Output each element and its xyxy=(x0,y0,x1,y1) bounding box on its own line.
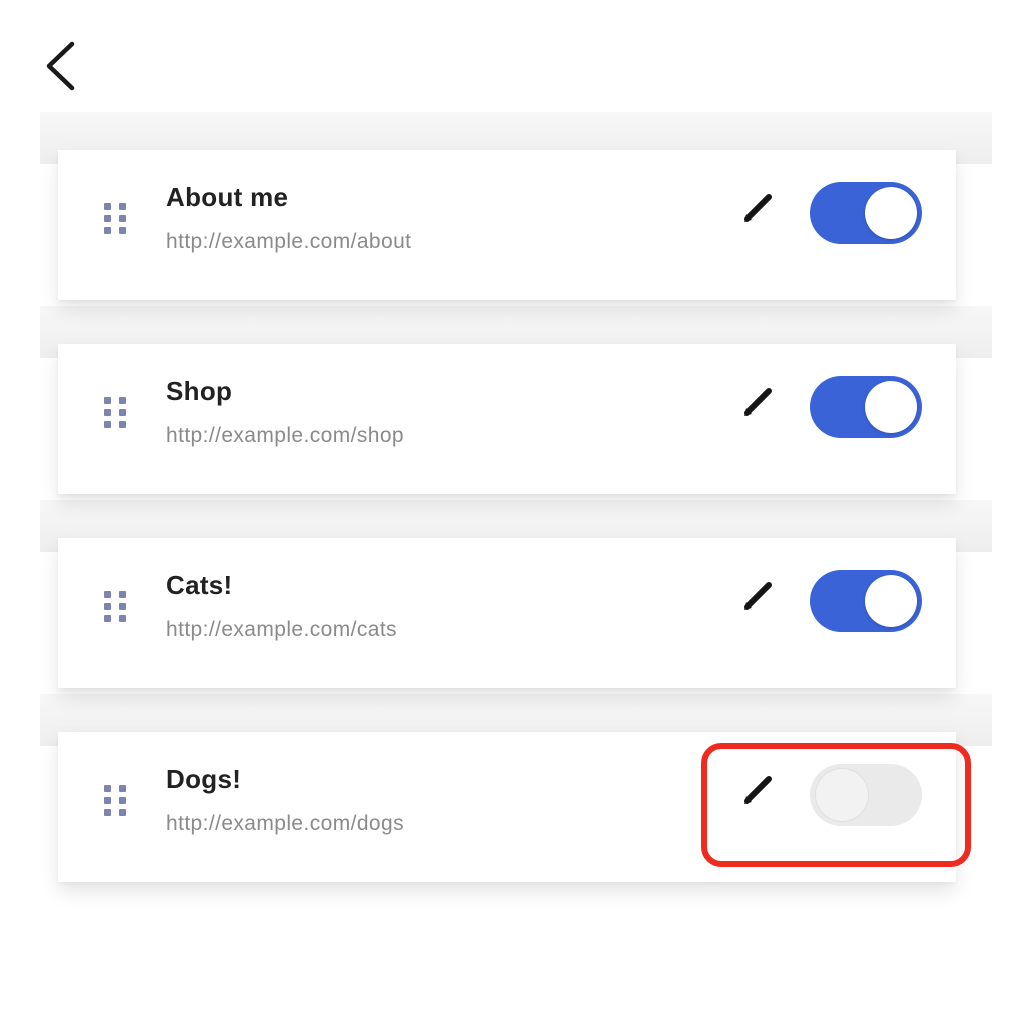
link-url: http://example.com/cats xyxy=(166,618,397,641)
edit-button[interactable] xyxy=(736,574,780,618)
edit-button[interactable] xyxy=(736,768,780,812)
link-item-dogs: Dogs! http://example.com/dogs xyxy=(58,732,956,882)
link-item-shop: Shop http://example.com/shop xyxy=(58,344,956,494)
link-title: About me xyxy=(166,182,289,212)
link-item-cats: Cats! http://example.com/cats xyxy=(58,538,956,688)
drag-handle-icon[interactable] xyxy=(104,785,128,819)
pencil-icon xyxy=(744,388,772,416)
drag-handle-icon[interactable] xyxy=(104,397,128,431)
visibility-toggle[interactable] xyxy=(810,570,922,632)
link-list: About me http://example.com/about Shop h… xyxy=(0,0,1024,1024)
link-url: http://example.com/dogs xyxy=(166,812,404,835)
visibility-toggle[interactable] xyxy=(810,376,922,438)
link-title: Dogs! xyxy=(166,764,242,794)
link-title: Cats! xyxy=(166,570,233,600)
visibility-toggle[interactable] xyxy=(810,764,922,826)
link-url: http://example.com/about xyxy=(166,230,412,253)
edit-button[interactable] xyxy=(736,186,780,230)
toggle-knob xyxy=(865,381,917,433)
toggle-knob xyxy=(816,769,868,821)
link-title: Shop xyxy=(166,376,233,406)
drag-handle-icon[interactable] xyxy=(104,203,128,237)
link-item-about: About me http://example.com/about xyxy=(58,150,956,300)
pencil-icon xyxy=(744,582,772,610)
pencil-icon xyxy=(744,776,772,804)
toggle-knob xyxy=(865,187,917,239)
drag-handle-icon[interactable] xyxy=(104,591,128,625)
pencil-icon xyxy=(744,194,772,222)
link-url: http://example.com/shop xyxy=(166,424,404,447)
visibility-toggle[interactable] xyxy=(810,182,922,244)
edit-button[interactable] xyxy=(736,380,780,424)
toggle-knob xyxy=(865,575,917,627)
